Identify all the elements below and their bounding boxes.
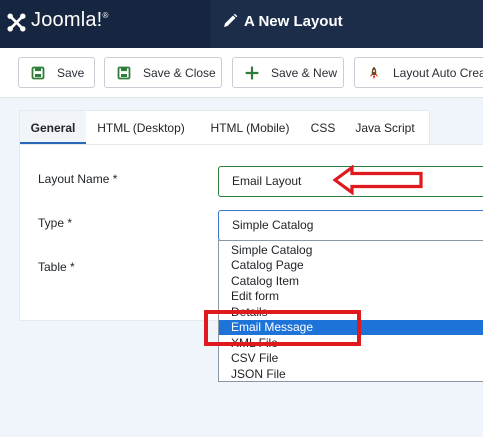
page: Joomla!® A New Layout Save Save & Close [0, 0, 483, 437]
tab-css[interactable]: CSS [306, 111, 340, 145]
save-close-button[interactable]: Save & Close [104, 57, 222, 88]
tab-java-script[interactable]: Java Script [350, 111, 420, 145]
brand-name: Joomla!® [31, 9, 109, 31]
type-option-catalog-item[interactable]: Catalog Item [219, 274, 483, 289]
layout-auto-create-button[interactable]: Layout Auto Crea [354, 57, 483, 88]
toolbar: Save Save & Close Save & New Layout Auto… [0, 48, 483, 98]
save-new-button[interactable]: Save & New [232, 57, 344, 88]
brand-area[interactable]: Joomla!® [0, 0, 211, 48]
tab-html-mobile[interactable]: HTML (Mobile) [202, 111, 298, 145]
red-arrow-annotation [333, 165, 423, 195]
tab-general[interactable]: General [20, 111, 86, 145]
type-option-edit-form[interactable]: Edit form [219, 289, 483, 304]
type-option-csv-file[interactable]: CSV File [219, 351, 483, 366]
tab-html-desktop[interactable]: HTML (Desktop) [89, 111, 193, 145]
page-title: A New Layout [244, 13, 343, 30]
table-label: Table * [38, 260, 75, 274]
rocket-icon [369, 66, 379, 79]
save-new-label: Save & New [271, 65, 338, 80]
save-icon [31, 66, 45, 79]
save-close-label: Save & Close [143, 65, 216, 80]
tab-bar: General HTML (Desktop) HTML (Mobile) CSS… [19, 110, 430, 145]
layout-auto-create-label: Layout Auto Crea [393, 65, 483, 80]
type-label: Type * [38, 216, 73, 230]
save-button[interactable]: Save [18, 57, 95, 88]
registered-mark: ® [102, 11, 109, 20]
layout-name-label: Layout Name * [38, 172, 118, 186]
header-bar: Joomla!® A New Layout [0, 0, 483, 48]
red-highlight-box [204, 310, 361, 346]
joomla-logo-icon [7, 13, 26, 32]
save-label: Save [57, 65, 85, 80]
type-option-catalog-page[interactable]: Catalog Page [219, 258, 483, 273]
type-option-simple-catalog[interactable]: Simple Catalog [219, 243, 483, 258]
pencil-icon [224, 13, 238, 27]
save-icon [117, 66, 131, 79]
type-select[interactable]: Simple Catalog [218, 210, 483, 241]
type-option-json-file[interactable]: JSON File [219, 367, 483, 381]
plus-icon [245, 65, 259, 80]
